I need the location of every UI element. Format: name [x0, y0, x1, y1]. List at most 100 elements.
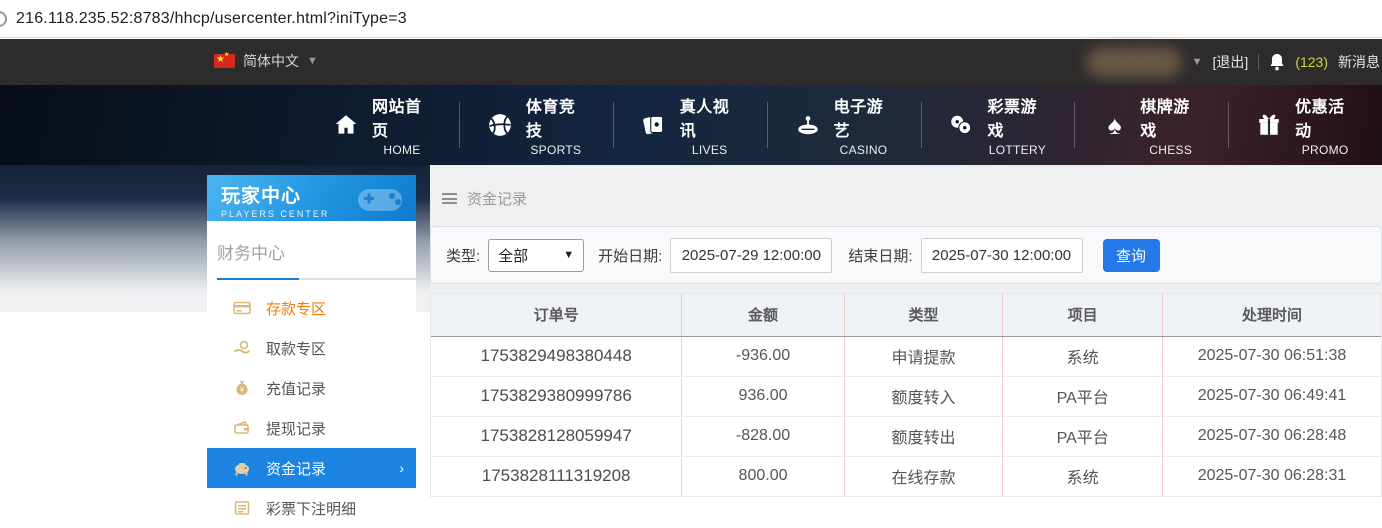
account-chevron-down-icon[interactable]: ▼	[1192, 56, 1203, 68]
sidebar-item-label: 彩票下注明细	[266, 500, 357, 518]
hand-coin-icon	[232, 339, 251, 358]
nav-item-home[interactable]: 网站首页 HOME	[306, 93, 459, 157]
sidebar-menu: 存款专区 取款专区 ¥ 充值记录 提现记录 资金记录 › 彩票下注明细	[207, 288, 416, 528]
nav-item-lottery[interactable]: 彩票游戏 LOTTERY	[921, 93, 1074, 157]
cell-processed-time: 2025-07-30 06:51:38	[1162, 336, 1381, 377]
sidebar-item-label: 存款专区	[266, 300, 327, 318]
sidebar-item-lottery-bet-details[interactable]: 彩票下注明细	[207, 488, 416, 528]
language-selector[interactable]: ★ ★ 简体中文 ▼	[214, 51, 318, 71]
sidebar-item-withdraw-zone[interactable]: 取款专区	[207, 328, 416, 368]
table-header-row: 订单号 金额 类型 项目 处理时间	[431, 294, 1381, 337]
piggy-bank-icon	[232, 459, 251, 478]
money-bag-icon: ¥	[232, 379, 251, 398]
account-group: ▼ [退出] (123) 新消息	[1085, 39, 1382, 85]
search-button[interactable]: 查询	[1102, 238, 1160, 272]
type-select[interactable]: 全部 ▼	[488, 238, 585, 272]
cell-order-no: 1753828128059947	[431, 416, 683, 457]
china-flag-icon: ★ ★	[214, 52, 235, 68]
basketball-icon	[487, 112, 513, 139]
gift-icon	[1256, 112, 1282, 139]
cell-amount: 800.00	[681, 456, 845, 497]
breadcrumb: 资金记录	[442, 188, 1382, 209]
cell-amount: -936.00	[681, 336, 845, 377]
col-project: 项目	[1002, 294, 1163, 337]
list-icon	[232, 499, 251, 518]
username-redacted	[1085, 47, 1182, 77]
sidebar-section: 财务中心	[207, 221, 416, 280]
nav-item-casino[interactable]: 电子游艺 CASINO	[768, 93, 921, 157]
notification-bell-icon[interactable]	[1269, 53, 1285, 71]
cell-type: 在线存款	[844, 456, 1004, 497]
start-date-input[interactable]	[670, 237, 833, 273]
cell-amount: 936.00	[681, 376, 845, 417]
sidebar-item-label: 充值记录	[266, 380, 327, 398]
table-row: 1753829498380448 -936.00 申请提款 系统 2025-07…	[431, 336, 1381, 377]
table-row: 1753828128059947 -828.00 额度转出 PA平台 2025-…	[431, 416, 1381, 457]
filter-bar: 类型: 全部 ▼ 开始日期: 结束日期: 查询	[430, 226, 1382, 284]
col-processed-time: 处理时间	[1162, 294, 1381, 337]
col-order-no: 订单号	[431, 294, 683, 337]
end-date-input[interactable]	[920, 237, 1083, 273]
divider	[1258, 54, 1260, 70]
bank-card-icon	[232, 299, 251, 318]
sidebar-item-label: 取款专区	[266, 340, 327, 358]
browser-address-bar[interactable]: 216.118.235.52:8783/hhcp/usercenter.html…	[0, 0, 1382, 38]
wallet-icon	[232, 419, 251, 438]
roulette-icon	[795, 112, 821, 139]
col-amount: 金额	[681, 294, 845, 337]
page-url[interactable]: 216.118.235.52:8783/hhcp/usercenter.html…	[16, 10, 407, 28]
main-navigation: 网站首页 HOME 体育竞技 SPORTS 真人视讯 LIVES 电子游艺 CA…	[0, 85, 1382, 165]
chevron-down-icon: ▼	[563, 249, 575, 261]
cell-order-no: 1753828111319208	[431, 456, 683, 497]
nav-item-chess[interactable]: ♠ 棋牌游戏 CHESS	[1075, 93, 1228, 157]
home-icon	[333, 112, 359, 139]
language-label: 简体中文	[243, 53, 299, 69]
sidebar-item-recharge-records[interactable]: ¥ 充值记录	[207, 368, 416, 408]
player-center-sidebar: 玩家中心 PLAYERS CENTER 财务中心 存款专区 取款专区 ¥ 充值记…	[207, 175, 416, 518]
section-title: 财务中心	[217, 244, 285, 263]
message-count[interactable]: (123)	[1295, 54, 1328, 70]
sidebar-item-deposit-zone[interactable]: 存款专区	[207, 288, 416, 328]
playing-cards-icon	[641, 112, 667, 139]
logout-button[interactable]: [退出]	[1213, 52, 1249, 72]
cell-type: 额度转入	[844, 376, 1004, 417]
sidebar-item-fund-records[interactable]: 资金记录 ›	[207, 448, 416, 488]
cell-type: 额度转出	[844, 416, 1004, 457]
chevron-right-icon: ›	[399, 460, 404, 476]
nav-item-sports[interactable]: 体育竞技 SPORTS	[460, 93, 613, 157]
end-date-label: 结束日期:	[848, 247, 913, 265]
fund-records-table: 订单号 金额 类型 项目 处理时间 1753829498380448 -936.…	[430, 293, 1382, 497]
account-topbar: ★ ★ 简体中文 ▼ ▼ [退出] (123) 新消息	[0, 39, 1382, 85]
nav-item-lives[interactable]: 真人视讯 LIVES	[614, 93, 767, 157]
cell-processed-time: 2025-07-30 06:28:31	[1162, 456, 1381, 497]
message-label[interactable]: 新消息	[1338, 52, 1380, 72]
cell-order-no: 1753829380999786	[431, 376, 683, 417]
cell-processed-time: 2025-07-30 06:28:48	[1162, 416, 1381, 457]
cell-project: PA平台	[1002, 376, 1163, 417]
nav-item-promo[interactable]: 优惠活动 PROMO	[1229, 93, 1382, 157]
type-label: 类型:	[446, 247, 481, 265]
table-row: 1753828111319208 800.00 在线存款 系统 2025-07-…	[431, 456, 1381, 497]
chevron-down-icon: ▼	[307, 55, 318, 67]
type-select-value: 全部	[498, 247, 529, 265]
table-row: 1753829380999786 936.00 额度转入 PA平台 2025-0…	[431, 376, 1381, 417]
start-date-label: 开始日期:	[598, 247, 663, 265]
cell-project: 系统	[1002, 456, 1163, 497]
main-content: 资金记录 类型: 全部 ▼ 开始日期: 结束日期: 查询 订单号 金额 类型 项…	[430, 165, 1382, 502]
svg-text:¥: ¥	[240, 387, 244, 394]
sidebar-item-withdrawal-records[interactable]: 提现记录	[207, 408, 416, 448]
col-type: 类型	[844, 294, 1004, 337]
cell-processed-time: 2025-07-30 06:49:41	[1162, 376, 1381, 417]
cell-project: 系统	[1002, 336, 1163, 377]
section-underline	[217, 278, 416, 280]
lottery-balls-icon	[948, 112, 974, 139]
cell-amount: -828.00	[681, 416, 845, 457]
breadcrumb-label: 资金记录	[467, 191, 528, 208]
page-info-icon[interactable]	[0, 11, 7, 27]
cell-type: 申请提款	[844, 336, 1004, 377]
gamepad-icon	[358, 189, 402, 211]
sidebar-item-label: 资金记录	[266, 460, 327, 478]
menu-lines-icon	[442, 193, 457, 204]
cell-order-no: 1753829498380448	[431, 336, 683, 377]
sidebar-header: 玩家中心 PLAYERS CENTER	[207, 175, 416, 221]
